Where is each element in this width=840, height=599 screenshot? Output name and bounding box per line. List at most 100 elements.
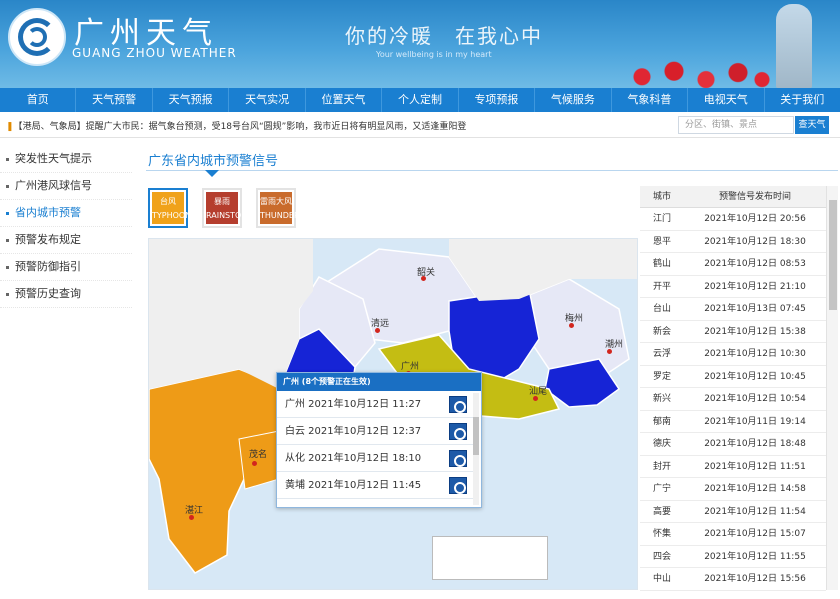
city-cell: 云浮: [652, 349, 671, 359]
popup-row[interactable]: 从化 2021年10月12日 18:10: [277, 445, 473, 472]
city-cell: 怀集: [652, 529, 671, 539]
table-row[interactable]: 新会 2021年10月12日 15:38: [640, 321, 826, 343]
nav-item[interactable]: 天气预报: [153, 88, 230, 112]
city-cell: 江门: [652, 214, 671, 224]
map-city-label: 梅州: [565, 314, 584, 324]
search-input[interactable]: 分区、街镇、景点: [678, 116, 794, 134]
rainstorm-signal-icon[interactable]: 暴雨 RAINSTORM: [202, 188, 254, 228]
nav-item[interactable]: 气象科普: [612, 88, 689, 112]
search-button[interactable]: 查天气: [795, 116, 829, 134]
page-root: 广州天气 GUANG ZHOU WEATHER 你的冷暖 在我心中 Your w…: [0, 0, 840, 599]
bullet-icon: [6, 292, 9, 296]
time-cell: 2021年10月11日 19:14: [704, 416, 806, 427]
table-row[interactable]: 四会 2021年10月12日 11:55: [640, 546, 826, 568]
popup-row-text: 黄埔 2021年10月12日 11:45: [285, 480, 422, 491]
table-row[interactable]: 德庆 2021年10月12日 18:48: [640, 433, 826, 456]
sidebar-item-label: 省内城市预警: [15, 206, 81, 219]
map-city-label: 潮州: [605, 340, 624, 350]
time-cell: 2021年10月12日 10:30: [704, 349, 806, 359]
table-row[interactable]: 恩平 2021年10月12日 18:30: [640, 231, 826, 253]
table-row[interactable]: 江门 2021年10月12日 20:56: [640, 208, 826, 231]
ticker-text: ❚【港局、气象局】提醒广大市民：据气象台预测，受18号台风“圆规”影响，我市近日…: [6, 122, 467, 132]
map-city-label: 韶关: [417, 268, 436, 278]
nav-item[interactable]: 电视天气: [688, 88, 765, 112]
city-cell: 开平: [652, 281, 671, 292]
sidebar-item[interactable]: 省内城市预警: [0, 200, 132, 227]
warning-table: 城市 预警信号发布时间 江门 2021年10月12日 20:56 恩平 2021年10…: [640, 186, 826, 591]
table-row[interactable]: 鹤山 2021年10月12日 08:53: [640, 253, 826, 276]
sidebar-item-label: 广州港风球信号: [15, 179, 92, 192]
sidebar-item-label: 预警防御指引: [15, 260, 81, 273]
popup-row[interactable]: 白云 2021年10月12日 12:37: [277, 418, 473, 445]
typhoon-signal-icon[interactable]: 台风 TYPHOON: [148, 188, 191, 228]
title-arrow-icon: [205, 170, 219, 178]
popup-row[interactable]: 黄埔 2021年10月12日 11:45: [277, 472, 473, 499]
nav-item[interactable]: 天气实况: [229, 88, 306, 112]
map-legend: [432, 536, 548, 580]
city-cell: 新兴: [652, 394, 671, 404]
bullet-icon: [6, 211, 9, 215]
kapok-flowers-image: [610, 60, 770, 88]
time-cell: 2021年10月12日 10:54: [704, 394, 806, 404]
table-row[interactable]: 郁南 2021年10月11日 19:14: [640, 411, 826, 433]
warning-signal-icon: [449, 396, 467, 413]
table-row[interactable]: 开平 2021年10月12日 21:10: [640, 276, 826, 298]
sidebar-item[interactable]: 突发性天气提示: [0, 146, 132, 173]
five-rams-statue-image: [776, 4, 812, 88]
popup-row-text: 广州 2021年10月12日 11:27: [285, 399, 422, 410]
sidebar-item-label: 预警历史查询: [15, 287, 81, 300]
table-row[interactable]: 封开 2021年10月12日 11:51: [640, 456, 826, 478]
bullet-icon: [6, 184, 9, 188]
nav-item[interactable]: 关于我们: [765, 88, 840, 112]
map-city-label: 广州: [401, 362, 420, 372]
thunder-wind-signal-icon[interactable]: 雷雨大风 THUNDER: [256, 188, 300, 228]
city-cell: 鹤山: [652, 259, 671, 269]
col-time: 预警信号发布时间: [718, 192, 791, 202]
nav-item[interactable]: 位置天气: [306, 88, 383, 112]
time-cell: 2021年10月12日 15:38: [704, 326, 806, 337]
popup-scrollbar[interactable]: [473, 393, 479, 505]
time-cell: 2021年10月12日 15:07: [704, 529, 806, 539]
table-row[interactable]: 高要 2021年10月12日 11:54: [640, 501, 826, 523]
sidebar-item[interactable]: 广州港风球信号: [0, 173, 132, 200]
nav-item[interactable]: 首页: [0, 88, 77, 112]
nav-item[interactable]: 天气预警: [76, 88, 153, 112]
table-row[interactable]: 怀集 2021年10月12日 15:07: [640, 523, 826, 546]
city-cell: 恩平: [652, 236, 671, 247]
time-cell: 2021年10月12日 18:48: [704, 439, 806, 449]
city-cell: 新会: [652, 326, 671, 337]
nav-item[interactable]: 气候服务: [535, 88, 612, 112]
bullet-icon: [6, 157, 9, 161]
city-cell: 广宁: [652, 484, 671, 494]
city-cell: 台山: [652, 304, 671, 314]
table-row[interactable]: 广宁 2021年10月12日 14:58: [640, 478, 826, 501]
slogan: 你的冷暖 在我心中: [345, 24, 543, 48]
time-cell: 2021年10月12日 18:30: [704, 236, 806, 247]
sidebar-item[interactable]: 预警发布规定: [0, 227, 132, 254]
meteorology-logo: [8, 8, 66, 66]
city-warning-popup[interactable]: 广州 (8个预警正在生效) 广州 2021年10月12日 11:27 白云 202…: [276, 372, 482, 508]
table-row[interactable]: 中山 2021年10月12日 15:56: [640, 568, 826, 591]
time-cell: 2021年10月12日 08:53: [704, 259, 806, 269]
sidebar-item-label: 突发性天气提示: [15, 152, 92, 165]
table-header: 城市 预警信号发布时间: [640, 186, 826, 208]
table-row[interactable]: 新兴 2021年10月12日 10:54: [640, 388, 826, 411]
title-divider: [146, 170, 838, 171]
warning-signal-icon: [449, 450, 467, 467]
table-row[interactable]: 罗定 2021年10月12日 10:45: [640, 366, 826, 388]
sidebar-item-label: 预警发布规定: [15, 233, 81, 246]
time-cell: 2021年10月12日 21:10: [704, 281, 806, 292]
map-city-dot: [252, 461, 257, 466]
sidebar-item[interactable]: 预警防御指引: [0, 254, 132, 281]
nav-item[interactable]: 专项预报: [459, 88, 536, 112]
popup-row[interactable]: 广州 2021年10月12日 11:27: [277, 391, 473, 418]
table-row[interactable]: 云浮 2021年10月12日 10:30: [640, 343, 826, 366]
time-cell: 2021年10月12日 11:55: [704, 551, 806, 562]
table-scrollbar[interactable]: [826, 186, 838, 590]
city-cell: 中山: [652, 574, 671, 584]
sidebar-item[interactable]: 预警历史查询: [0, 281, 132, 308]
time-cell: 2021年10月12日 15:56: [704, 574, 806, 584]
table-row[interactable]: 台山 2021年10月13日 07:45: [640, 298, 826, 321]
warning-signal-icon: [449, 477, 467, 494]
nav-item[interactable]: 个人定制: [382, 88, 459, 112]
